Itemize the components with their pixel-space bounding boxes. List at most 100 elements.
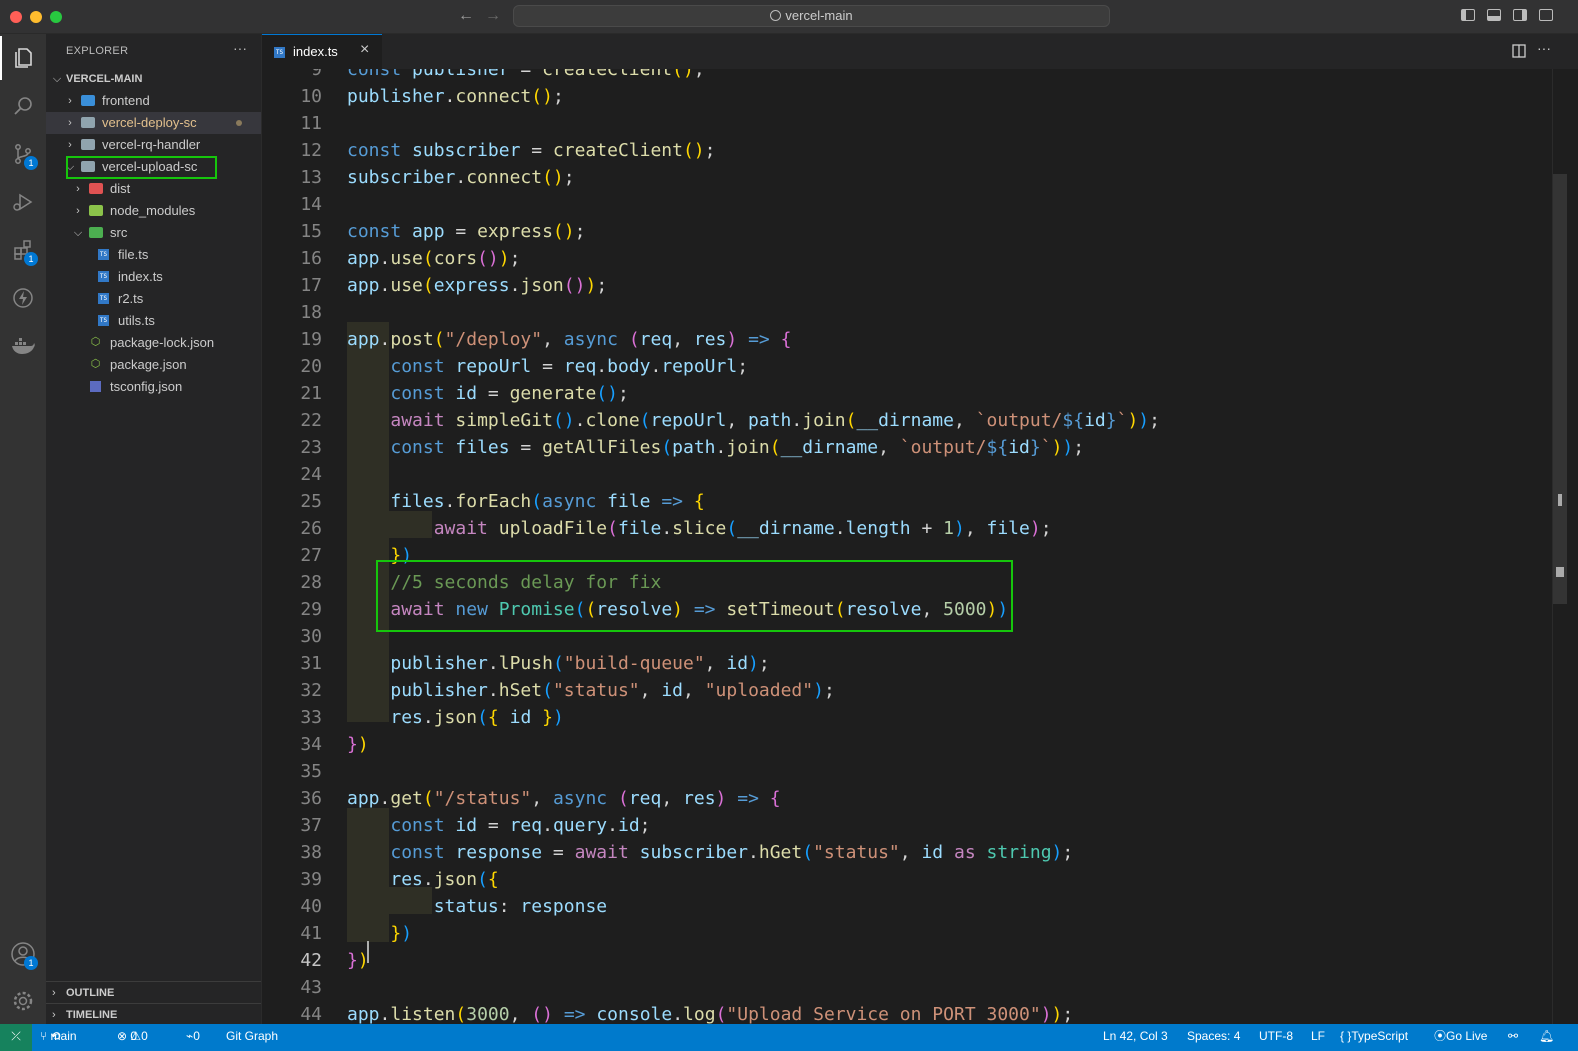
ports-status[interactable]: ⌁ 0 [186, 1024, 200, 1048]
code-line[interactable]: 18 [262, 299, 1552, 326]
docker-activity[interactable] [0, 324, 46, 368]
remote-indicator[interactable]: ⤫ [0, 1024, 32, 1051]
tree-item-vercel-upload-sc[interactable]: ⌵ vercel-upload-sc [46, 156, 261, 179]
tree-item-node-modules[interactable]: › node_modules [46, 200, 261, 222]
cursor-position-status[interactable]: Ln 42, Col 3 [1103, 1024, 1168, 1048]
tree-item-package-lock-json[interactable]: ⬡ package-lock.json [46, 332, 261, 354]
go-live-status[interactable]: ⦿ Go Live [1434, 1024, 1487, 1048]
code-line[interactable]: 19 app.post("/deploy", async (req, res) =… [262, 326, 1552, 353]
code-line[interactable]: 42}) [262, 947, 1552, 974]
code-line[interactable]: 40 status: response [262, 893, 1552, 920]
maximize-window-button[interactable] [50, 11, 62, 23]
code-text: publisher.hSet("status", id, "uploaded")… [390, 680, 835, 701]
close-window-button[interactable] [10, 11, 22, 23]
tree-item-vercel-rq-handler[interactable]: › vercel-rq-handler [46, 134, 261, 156]
eol-status[interactable]: LF [1311, 1024, 1325, 1048]
code-line[interactable]: 23 const files = getAllFiles(path.join(_… [262, 434, 1552, 461]
code-line[interactable]: 10 publisher.connect(); [262, 83, 1552, 110]
minimize-window-button[interactable] [30, 11, 42, 23]
code-line[interactable]: 32 publisher.hSet("status", id, "uploade… [262, 677, 1552, 704]
language-label: TypeScript [1351, 1029, 1409, 1043]
code-line[interactable]: 34}) [262, 731, 1552, 758]
tree-item-label: dist [110, 181, 131, 196]
problems-status[interactable]: ⊗ 0 ⚠ 0 [117, 1024, 148, 1048]
scrollbar-thumb[interactable] [1553, 174, 1567, 604]
code-line[interactable]: 25 files.forEach(async file => { [262, 488, 1552, 515]
split-editor-icon[interactable] [1512, 44, 1526, 58]
customize-layout-icon[interactable] [1539, 9, 1553, 21]
code-line[interactable]: 14 [262, 191, 1552, 218]
code-line[interactable]: 17 app.use(express.json()); [262, 272, 1552, 299]
accounts-activity[interactable]: 1 [0, 932, 46, 976]
tree-item-vercel-deploy-sc[interactable]: › vercel-deploy-sc [46, 112, 261, 134]
more-actions-icon[interactable]: ··· [1537, 40, 1551, 56]
code-line[interactable]: 35 [262, 758, 1552, 785]
code-line[interactable]: 22 await simpleGit().clone(repoUrl, path… [262, 407, 1552, 434]
code-line[interactable]: 20 const repoUrl = req.body.repoUrl; [262, 353, 1552, 380]
thunder-activity[interactable] [0, 276, 46, 320]
search-activity[interactable] [0, 84, 46, 128]
code-line[interactable]: 33 res.json({ id }) [262, 704, 1552, 731]
code-editor[interactable]: 9 const publisher = createClient(); 10 publ… [262, 69, 1552, 1024]
forward-arrow-icon[interactable]: → [485, 7, 501, 25]
back-arrow-icon[interactable]: ← [458, 7, 474, 25]
port-count: 0 [193, 1029, 200, 1043]
broadcast-icon[interactable]: ⚯ [1508, 1024, 1518, 1048]
tree-item-dist[interactable]: › dist [46, 178, 261, 200]
code-line[interactable]: 24 [262, 461, 1552, 488]
close-icon[interactable]: × [360, 41, 369, 59]
outline-section[interactable]: › OUTLINE [46, 981, 261, 1004]
code-line[interactable]: 21 const id = generate(); [262, 380, 1552, 407]
tree-item-index-ts[interactable]: TS index.ts [46, 266, 261, 288]
editor-scrollbar[interactable] [1552, 69, 1567, 1024]
line-number: 35 [300, 761, 322, 782]
code-text: publisher.connect(); [347, 86, 564, 107]
code-line[interactable]: 41 }) [262, 920, 1552, 947]
notifications-bell-icon[interactable]: 🔔︎ [1539, 1024, 1554, 1048]
code-line[interactable]: 37 const id = req.query.id; [262, 812, 1552, 839]
root-folder[interactable]: ⌵ VERCEL-MAIN [46, 68, 261, 90]
ellipsis-icon[interactable]: ··· [233, 40, 247, 56]
tree-item-tsconfig-json[interactable]: tsconfig.json [46, 376, 261, 398]
branch-status[interactable]: ⑂ main ⟲ [40, 1024, 77, 1048]
code-line[interactable]: 26 await uploadFile(file.slice(__dirname… [262, 515, 1552, 542]
tree-item-r2-ts[interactable]: TS r2.ts [46, 288, 261, 310]
line-number: 36 [300, 788, 322, 809]
code-text: await simpleGit().clone(repoUrl, path.jo… [390, 410, 1160, 431]
code-line[interactable]: 9 const publisher = createClient(); [262, 69, 1552, 83]
command-center-search[interactable]: vercel-main [513, 5, 1110, 27]
tab-index-ts[interactable]: TS index.ts × [262, 34, 382, 69]
code-line[interactable]: 38 const response = await subscriber.hGe… [262, 839, 1552, 866]
code-line[interactable]: 16 app.use(cors()); [262, 245, 1552, 272]
code-line[interactable]: 31 publisher.lPush("build-queue", id); [262, 650, 1552, 677]
toggle-primary-sidebar-icon[interactable] [1461, 9, 1475, 21]
git-graph-status[interactable]: Git Graph [226, 1024, 278, 1048]
files-icon [15, 48, 32, 68]
indentation-status[interactable]: Spaces: 4 [1187, 1024, 1240, 1048]
code-line[interactable]: 13 subscriber.connect(); [262, 164, 1552, 191]
extensions-activity[interactable]: 1 [0, 228, 46, 272]
explorer-activity[interactable] [0, 36, 46, 80]
tree-item-src[interactable]: ⌵ src [46, 222, 261, 244]
code-line[interactable]: 36 app.get("/status", async (req, res) =>… [262, 785, 1552, 812]
code-line[interactable]: 39 res.json({ [262, 866, 1552, 893]
toggle-panel-icon[interactable] [1487, 9, 1501, 21]
run-debug-activity[interactable] [0, 180, 46, 224]
lightning-icon [13, 288, 33, 308]
code-line[interactable]: 44 app.listen(3000, () => console.log("Up… [262, 1001, 1552, 1024]
tree-item-utils-ts[interactable]: TS utils.ts [46, 310, 261, 332]
manage-activity[interactable] [0, 979, 46, 1023]
language-status[interactable]: { } TypeScript [1340, 1024, 1408, 1048]
code-line[interactable]: 15 const app = express(); [262, 218, 1552, 245]
tree-item-frontend[interactable]: › frontend [46, 90, 261, 112]
encoding-status[interactable]: UTF-8 [1259, 1024, 1293, 1048]
toggle-secondary-sidebar-icon[interactable] [1513, 9, 1527, 21]
timeline-section[interactable]: › TIMELINE [46, 1003, 261, 1026]
code-line[interactable]: 43 [262, 974, 1552, 1001]
tree-item-file-ts[interactable]: TS file.ts [46, 244, 261, 266]
code-line[interactable]: 11 [262, 110, 1552, 137]
code-line[interactable]: 12 const subscriber = createClient(); [262, 137, 1552, 164]
search-icon [14, 97, 32, 115]
tree-item-package-json[interactable]: ⬡ package.json [46, 354, 261, 376]
source-control-activity[interactable]: 1 [0, 132, 46, 176]
